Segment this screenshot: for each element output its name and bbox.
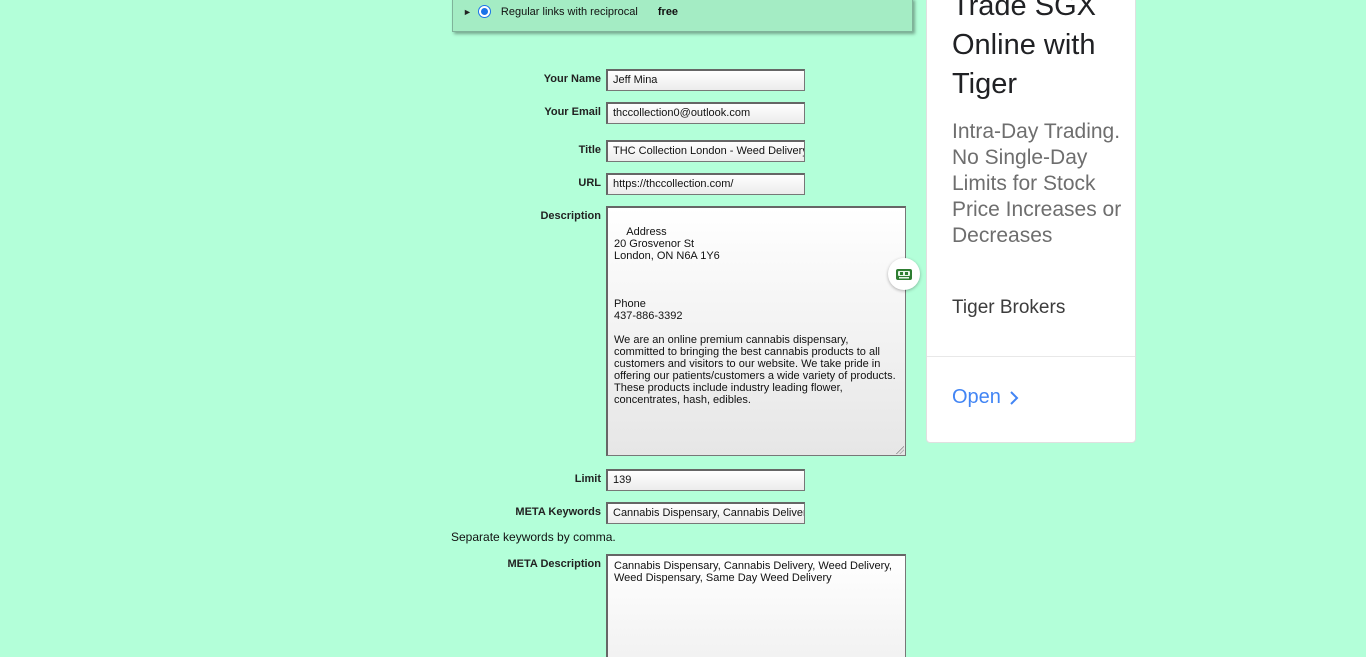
email-field[interactable]: thccollection0@outlook.com: [606, 102, 805, 124]
ad-title[interactable]: Trade SGX Online with Tiger: [952, 0, 1132, 104]
chevron-right-icon[interactable]: ►: [463, 7, 472, 17]
meta-keywords-label: META Keywords: [515, 506, 601, 518]
limit-field[interactable]: 139: [606, 469, 805, 491]
title-label: Title: [578, 144, 601, 156]
listing-option-box: ► Regular links with reciprocal free: [452, 0, 913, 32]
name-label: Your Name: [543, 73, 601, 85]
listing-option-row[interactable]: ► Regular links with reciprocal free: [463, 5, 678, 18]
meta-description-label: META Description: [507, 558, 601, 570]
url-field[interactable]: https://thccollection.com/: [606, 173, 805, 195]
ad-brand: Tiger Brokers: [952, 297, 1066, 318]
resize-handle[interactable]: [896, 446, 904, 454]
option-price: free: [657, 5, 679, 18]
url-label: URL: [578, 177, 601, 189]
advertisement-panel[interactable]: Trade SGX Online with Tiger Intra-Day Tr…: [926, 0, 1136, 443]
title-field[interactable]: THC Collection London - Weed Delivery: [606, 140, 805, 162]
ad-divider: [927, 356, 1135, 357]
description-text: Address 20 Grosvenor St London, ON N6A 1…: [614, 226, 896, 406]
meta-description-textarea[interactable]: Cannabis Dispensary, Cannabis Delivery, …: [606, 554, 906, 657]
description-label: Description: [540, 210, 601, 222]
ad-body: Intra-Day Trading. No Single-Day Limits …: [952, 120, 1122, 247]
limit-label: Limit: [574, 473, 601, 485]
name-field[interactable]: Jeff Mina: [606, 69, 805, 91]
option-radio[interactable]: [477, 5, 491, 18]
ad-open-button[interactable]: Open: [952, 386, 1019, 409]
robot-icon[interactable]: [888, 258, 920, 290]
meta-keywords-field[interactable]: Cannabis Dispensary, Cannabis Delivery: [606, 502, 805, 524]
description-textarea[interactable]: Address 20 Grosvenor St London, ON N6A 1…: [606, 206, 906, 456]
keywords-hint: Separate keywords by comma.: [451, 530, 616, 544]
ad-open-label: Open: [952, 386, 1001, 408]
page: ► Regular links with reciprocal free You…: [0, 0, 1366, 657]
email-label: Your Email: [544, 106, 601, 118]
chevron-right-icon: [1010, 390, 1019, 405]
option-label: Regular links with reciprocal: [500, 5, 638, 18]
